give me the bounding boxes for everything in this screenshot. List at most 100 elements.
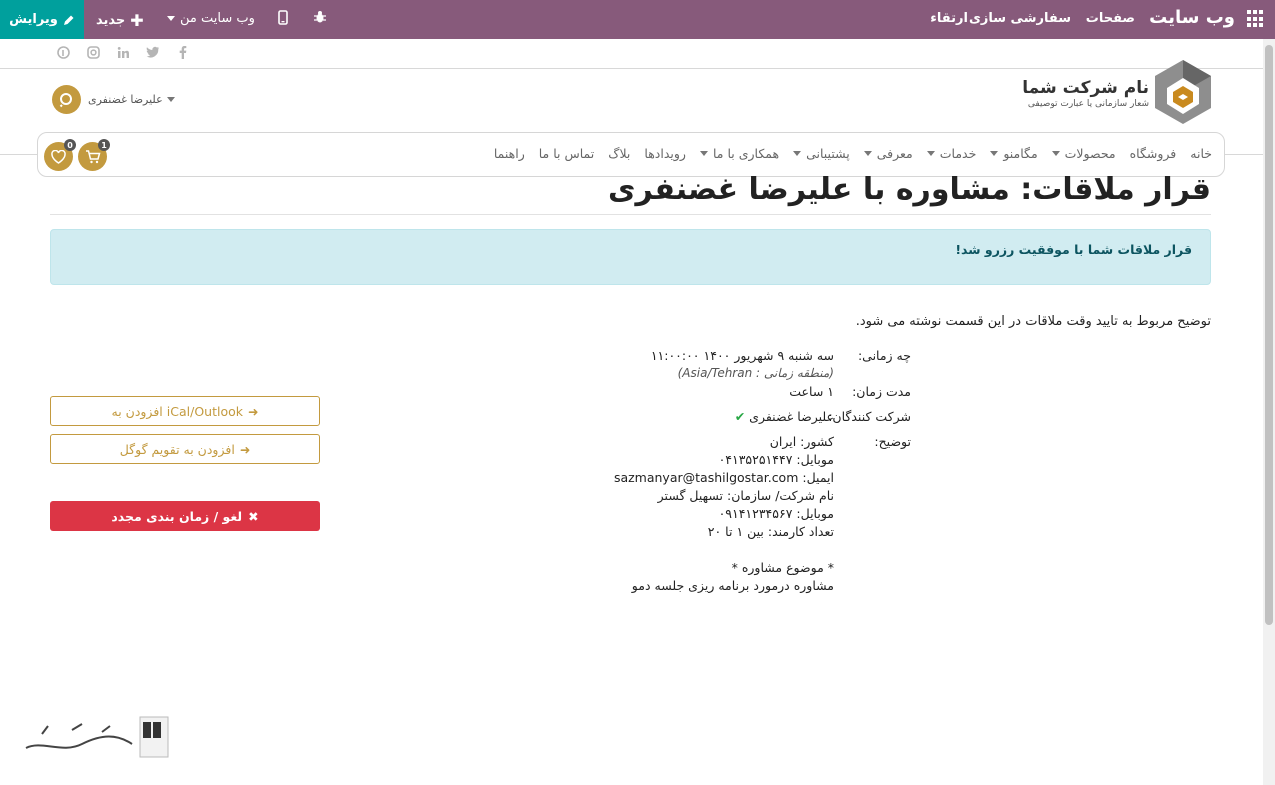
nav-label: فروشگاه [1129, 146, 1177, 161]
nav-label: تماس با ما [538, 146, 595, 161]
menu-upgrade[interactable]: ارتقاء [930, 11, 968, 26]
wishlist-count-badge: 0 [64, 139, 76, 151]
nav-items: خانه فروشگاه محصولات مگامنو خدمات معرفی … [494, 146, 1212, 161]
nav-label: راهنما [493, 146, 525, 161]
nav-item-home[interactable]: خانه [1190, 146, 1212, 161]
edit-button[interactable]: ویرایش [0, 0, 84, 39]
note-line: نام شرکت/ سازمان: تسهیل گستر [657, 488, 834, 503]
watermark-logo [25, 716, 169, 758]
nav-label: رویدادها [644, 146, 686, 161]
company-logo[interactable] [1155, 60, 1211, 124]
company-slogan: شعار سازمانی یا عبارت توصیفی [1027, 99, 1149, 109]
success-alert: قرار ملاقات شما با موفقیت رزرو شد! [50, 229, 1211, 285]
note-line: موبایل: ۰۴۱۳۵۲۵۱۴۴۷ [718, 452, 834, 467]
note-line: * موضوع مشاوره * [731, 560, 834, 575]
nav-item-contact[interactable]: تماس با ما [539, 146, 595, 161]
note-line: تعداد کارمند: بین ۱ تا ۲۰ [707, 524, 834, 539]
note-line: کشور: ایران [769, 434, 834, 449]
arrow-left-icon: ➜ [248, 403, 259, 419]
my-website-dropdown[interactable]: وب سایت من [167, 11, 255, 26]
heart-icon [51, 149, 66, 164]
ical-label: افزودن به iCal/Outlook [111, 403, 244, 419]
nav-item-blog[interactable]: بلاگ [608, 146, 630, 161]
header-divider [0, 68, 1263, 69]
cart-button[interactable]: 1 [78, 139, 110, 171]
wishlist-button[interactable]: 0 [44, 139, 76, 171]
chevron-down-icon [1051, 151, 1060, 156]
add-to-google-calendar-button[interactable]: افزودن به تقویم گوگل ➜ [50, 434, 320, 464]
admin-topbar: وب سایت صفحات سفارشی سازی ارتقاء وب سایت… [0, 0, 1275, 39]
chevron-down-icon [863, 151, 872, 156]
company-name: نام شرکت شما [1022, 78, 1149, 98]
my-website-label: وب سایت من [180, 11, 255, 26]
scrollbar-thumb[interactable] [1265, 45, 1273, 625]
title-divider [50, 214, 1211, 215]
user-menu[interactable]: علیرضا غضنفری [88, 93, 175, 106]
attendee-row: علیرضا غضنفری ✔ [735, 409, 834, 424]
debug-bug-icon[interactable] [313, 10, 327, 24]
nav-label: پشتیبانی [806, 146, 850, 161]
nav-item-about[interactable]: معرفی [863, 146, 913, 161]
timezone-value: (منطقه زمانی : Asia/Tehran) [677, 366, 834, 380]
note-line: موبایل: ۰۹۱۴۱۲۳۴۵۶۷ [718, 506, 834, 521]
check-icon: ✔ [734, 409, 746, 424]
plus-icon: ✚ [130, 11, 144, 30]
nav-item-help[interactable]: راهنما [494, 146, 525, 161]
nav-label: مگامنو [1003, 146, 1038, 161]
page-scrollbar[interactable] [1263, 39, 1275, 785]
mobile-preview-icon[interactable] [278, 10, 288, 25]
new-button[interactable]: جدید ✚ [96, 11, 144, 30]
new-label: جدید [96, 13, 126, 28]
pinterest-icon[interactable] [56, 46, 70, 62]
nav-label: بلاگ [608, 146, 631, 161]
nav-item-support[interactable]: پشتیبانی [793, 146, 850, 161]
main-navbar: خانه فروشگاه محصولات مگامنو خدمات معرفی … [37, 132, 1225, 177]
chevron-down-icon [166, 97, 175, 102]
note-line: ایمیل: sazmanyar@tashilgostar.com [613, 470, 834, 485]
menu-customize[interactable]: سفارشی سازی [969, 11, 1071, 26]
company-logo-text[interactable]: نام شرکت شما شعار سازمانی یا عبارت توصیف… [1022, 78, 1149, 109]
nav-item-products[interactable]: محصولات [1051, 146, 1116, 161]
cancel-reschedule-button[interactable]: لغو / زمان بندی مجدد ✖ [50, 501, 320, 531]
cart-icon [85, 149, 100, 163]
nav-label: محصولات [1064, 146, 1116, 161]
apps-grid-icon[interactable] [1247, 10, 1265, 28]
google-label: افزودن به تقویم گوگل [119, 441, 235, 457]
nav-label: خدمات [939, 146, 977, 161]
chevron-down-icon [990, 151, 999, 156]
nav-label: معرفی [876, 146, 913, 161]
cancel-label: لغو / زمان بندی مجدد [111, 508, 243, 524]
nav-item-careers[interactable]: همکاری با ما [699, 146, 780, 161]
edit-label: ویرایش [9, 12, 58, 27]
note-line: مشاوره درمورد برنامه ریزی جلسه دمو [631, 578, 834, 593]
search-button[interactable] [52, 85, 81, 114]
arrow-left-icon: ➜ [239, 441, 251, 457]
page-title: قرار ملاقات: مشاوره با علیرضا غضنفری [608, 172, 1211, 207]
times-icon: ✖ [248, 508, 259, 524]
chevron-down-icon [793, 151, 802, 156]
alert-message: قرار ملاقات شما با موفقیت رزرو شد! [955, 242, 1192, 257]
chevron-down-icon [926, 151, 935, 156]
instagram-icon[interactable] [86, 46, 100, 62]
nav-item-shop[interactable]: فروشگاه [1130, 146, 1177, 161]
add-to-ical-button[interactable]: افزودن به iCal/Outlook ➜ [50, 396, 320, 426]
nav-label: خانه [1190, 146, 1212, 161]
linkedin-icon[interactable] [116, 46, 130, 62]
nav-item-services[interactable]: خدمات [926, 146, 977, 161]
confirmation-description: توضیح مربوط به تایید وقت ملاقات در این ق… [855, 314, 1211, 329]
topbar-brand[interactable]: وب سایت [1149, 7, 1235, 28]
nav-item-events[interactable]: رویدادها [644, 146, 686, 161]
user-name: علیرضا غضنفری [88, 93, 163, 106]
nav-item-megamenu[interactable]: مگامنو [990, 146, 1038, 161]
search-icon [59, 92, 72, 107]
chevron-down-icon [699, 151, 708, 156]
pencil-icon [63, 15, 74, 25]
attendee-name: علیرضا غضنفری [749, 409, 834, 424]
nav-label: همکاری با ما [712, 146, 780, 161]
chevron-down-icon [167, 16, 175, 21]
twitter-icon[interactable] [146, 46, 160, 62]
menu-pages[interactable]: صفحات [1086, 11, 1135, 26]
facebook-icon[interactable] [176, 46, 190, 62]
duration-value: ۱ ساعت [789, 384, 834, 399]
when-value: سه شنبه ۹ شهریور ۱۴۰۰ ۱۱:۰۰:۰۰ [650, 348, 834, 363]
